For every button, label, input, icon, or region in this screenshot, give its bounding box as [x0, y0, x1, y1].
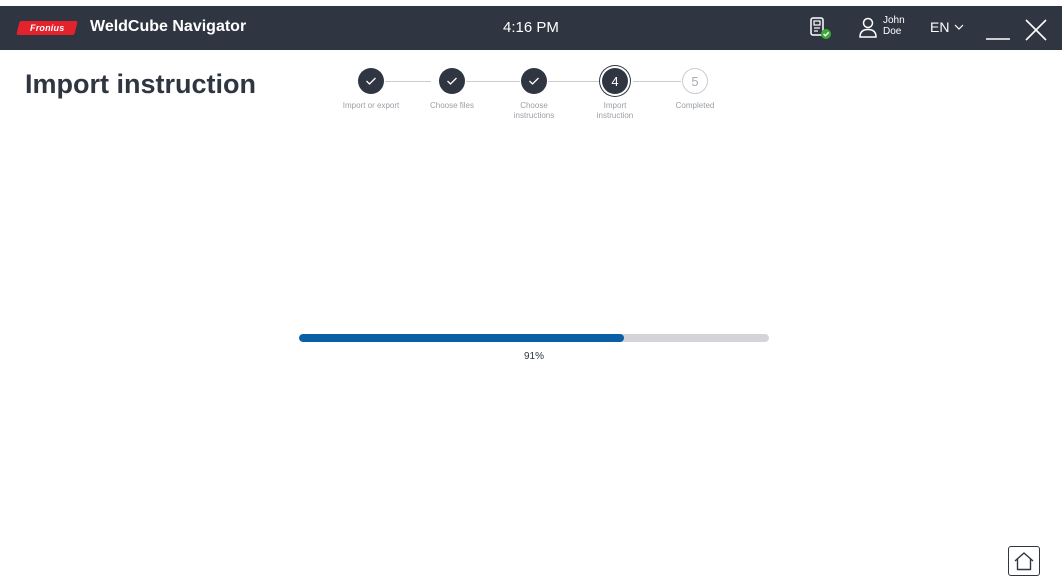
top-bar: Fronius WeldCube Navigator 4:16 PM John …: [0, 6, 1062, 50]
checkmark-icon: [366, 77, 376, 85]
language-selector[interactable]: EN: [930, 19, 964, 35]
step-done-circle: [521, 68, 547, 94]
step-label: Completed: [675, 101, 715, 110]
step-label: Import or export: [342, 101, 400, 110]
step-import-or-export: Import or export: [326, 68, 416, 111]
checkmark-icon: [447, 77, 457, 85]
step-import-instruction: 4 Import instruction: [570, 68, 660, 121]
user-last-name: Doe: [883, 26, 902, 37]
user-first-name: John: [883, 15, 905, 26]
step-done-circle: [439, 68, 465, 94]
step-label: Import instruction: [596, 101, 634, 120]
language-label: EN: [930, 19, 950, 35]
home-button[interactable]: [1008, 546, 1040, 576]
step-completed: 5 Completed: [650, 68, 740, 111]
clock: 4:16 PM: [503, 19, 559, 36]
user-icon[interactable]: [858, 17, 878, 39]
logo-text: Fronius: [29, 23, 65, 33]
chevron-down-icon: [955, 24, 964, 30]
step-label: Choose instructions: [513, 101, 555, 120]
close-icon[interactable]: [1024, 18, 1048, 42]
fronius-logo: Fronius: [16, 21, 78, 35]
step-label: Choose files: [429, 101, 475, 110]
step-active-circle: 4: [602, 68, 628, 94]
user-name[interactable]: John Doe: [883, 15, 905, 37]
app-title: WeldCube Navigator: [90, 18, 247, 35]
home-icon: [1014, 552, 1034, 571]
progress-bar: [299, 334, 769, 342]
checkmark-icon: [529, 77, 539, 85]
step-pending-circle: 5: [682, 68, 708, 94]
step-choose-files: Choose files: [407, 68, 497, 111]
step-done-circle: [358, 68, 384, 94]
progress-percent-label: 91%: [523, 351, 544, 362]
minimize-icon[interactable]: [985, 18, 1011, 42]
device-status-icon[interactable]: [808, 16, 832, 40]
step-choose-instructions: Choose instructions: [489, 68, 579, 121]
stepper: Import or export Choose files Choose ins…: [0, 68, 1062, 138]
progress-bar-fill: [299, 334, 625, 342]
